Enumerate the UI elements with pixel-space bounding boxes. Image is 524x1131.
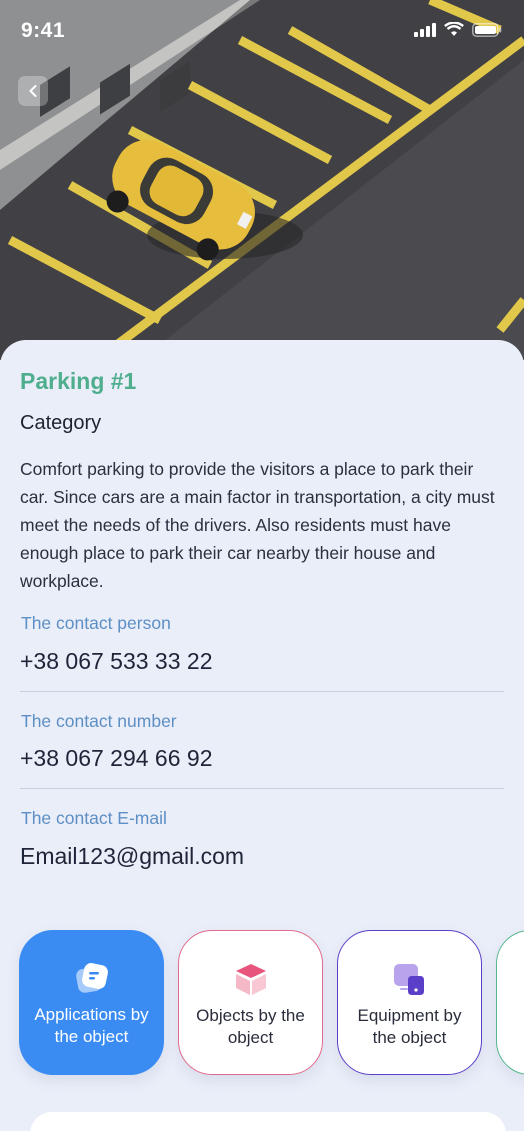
objects-card[interactable]: Objects by the object [178,930,323,1075]
contact-email-label: The contact E-mail [21,808,167,828]
equipment-icon [393,964,424,995]
more-card[interactable] [496,930,524,1075]
signal-icon [414,22,436,37]
applications-card[interactable]: Applications by the object [19,930,164,1075]
place-category: Category [20,412,102,434]
details-sheet: Parking #1 Category Comfort parking to p… [0,340,524,1131]
status-icons [414,22,502,37]
status-bar: 9:41 [0,0,524,60]
applications-card-label: Applications by the object [34,1005,149,1046]
wifi-icon [444,22,464,36]
place-title: Parking #1 [20,368,137,394]
contact-number-label: The contact number [21,711,177,731]
contact-person-label: The contact person [21,613,171,633]
contact-number-value[interactable]: +38 067 294 66 92 [20,745,213,772]
bottom-panel [30,1112,506,1131]
objects-card-label: Objects by the object [196,1006,305,1047]
contact-email-value[interactable]: Email123@gmail.com [20,843,244,870]
equipment-card[interactable]: Equipment by the object [337,930,482,1075]
phone-screen: 9:41 Parking #1 Category Comfort parking… [0,0,524,1131]
place-description: Comfort parking to provide the visitors … [20,459,495,591]
status-time: 9:41 [21,19,66,42]
applications-icon [75,963,108,993]
contact-person-value[interactable]: +38 067 533 33 22 [20,648,213,675]
battery-icon [472,22,502,37]
divider [20,691,504,692]
cube-icon [235,964,266,995]
chevron-left-icon [29,85,37,97]
back-button[interactable] [18,76,48,106]
equipment-card-label: Equipment by the object [357,1006,462,1047]
divider [20,788,504,789]
